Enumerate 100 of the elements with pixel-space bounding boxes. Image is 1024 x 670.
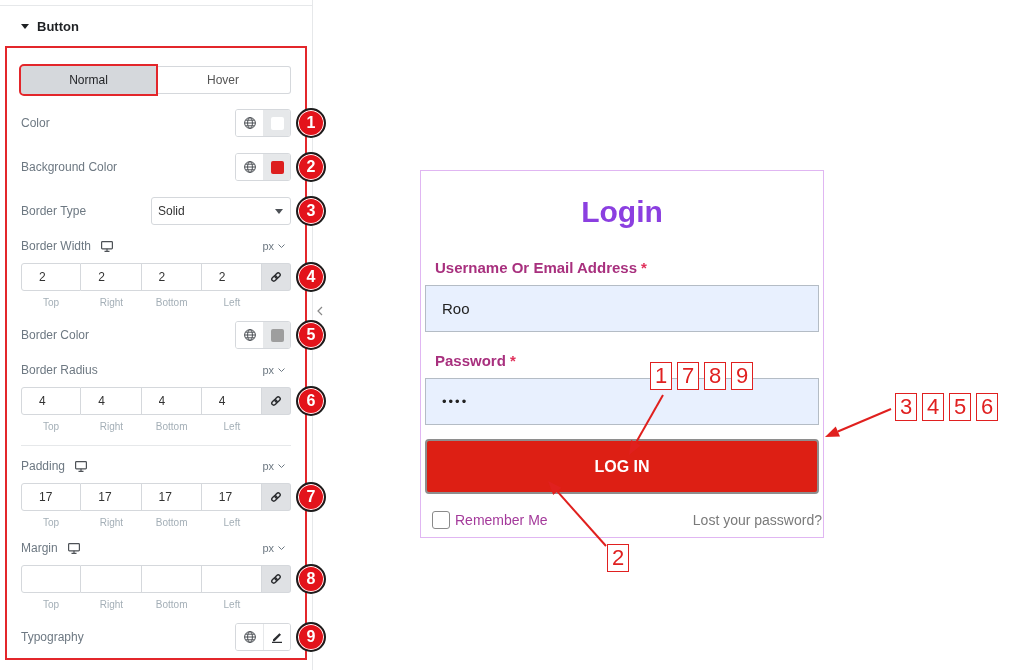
globe-icon: [243, 631, 256, 643]
username-input[interactable]: Roo: [425, 285, 819, 332]
control-label: Margin: [21, 541, 58, 555]
dimension-input[interactable]: 4: [201, 387, 262, 415]
dimension-input[interactable]: 17: [141, 483, 202, 511]
number-badge: 1: [296, 108, 326, 138]
unit-dropdown[interactable]: px: [262, 364, 285, 376]
link-button[interactable]: [262, 387, 291, 415]
caret-down-icon: [275, 208, 283, 214]
lost-password-link[interactable]: Lost your password?: [692, 512, 822, 528]
section-toggle[interactable]: Button: [21, 18, 79, 34]
control-label: Color: [21, 116, 50, 130]
link-button[interactable]: [262, 263, 291, 291]
color-picker-button[interactable]: [263, 322, 290, 348]
callout-number: 9: [731, 362, 753, 390]
dimension-input[interactable]: [141, 565, 202, 593]
globe-icon: [243, 329, 256, 341]
dimension-input[interactable]: 2: [21, 263, 82, 291]
control-label: Border Width: [21, 239, 92, 253]
tab[interactable]: Hover: [156, 66, 291, 94]
control-label: Padding: [21, 459, 66, 473]
side-label: Right: [99, 421, 124, 432]
color-picker-button[interactable]: [263, 110, 290, 136]
callout-number: 4: [922, 393, 944, 421]
chevron-down-icon: [278, 546, 285, 550]
callout-number: 6: [976, 393, 998, 421]
callout-number: 1: [650, 362, 672, 390]
callout-arrow: [824, 408, 892, 438]
dimension-input[interactable]: [201, 565, 262, 593]
dimension-input[interactable]: 2: [201, 263, 262, 291]
callout-arrow: [547, 480, 607, 547]
side-label: Top: [43, 517, 60, 528]
side-label: Bottom: [155, 599, 188, 610]
unit-dropdown[interactable]: px: [262, 240, 285, 252]
control-label: Background Color: [21, 160, 118, 174]
link-icon: [270, 573, 282, 585]
collapse-button[interactable]: [317, 306, 323, 316]
side-label: Top: [43, 599, 60, 610]
control-label: Border Radius: [21, 363, 98, 377]
side-label: Bottom: [155, 421, 188, 432]
link-icon: [270, 491, 282, 503]
number-badge: 4: [296, 262, 326, 292]
chevron-left-icon: [317, 306, 323, 316]
chevron-down-icon: [278, 368, 285, 372]
dimension-input[interactable]: 2: [81, 263, 142, 291]
globe-icon: [243, 161, 256, 173]
dimension-input[interactable]: 4: [81, 387, 142, 415]
required-mark: *: [641, 259, 647, 276]
dimension-input[interactable]: 2: [141, 263, 202, 291]
number-badge: 5: [296, 320, 326, 350]
login-button[interactable]: LOG IN: [425, 439, 819, 494]
checkbox-label: Remember Me: [455, 512, 548, 528]
side-label: Left: [223, 517, 241, 528]
dimension-input[interactable]: [81, 565, 142, 593]
number-badge: 8: [296, 564, 326, 594]
control-label: Typography: [21, 630, 84, 644]
link-button[interactable]: [262, 483, 291, 511]
side-label: Top: [43, 297, 60, 308]
side-label: Top: [43, 421, 60, 432]
number-badge: 3: [296, 196, 326, 226]
control-label: Border Type: [21, 204, 87, 218]
unit-dropdown[interactable]: px: [262, 542, 285, 554]
callout-number: 7: [677, 362, 699, 390]
globe-icon: [243, 117, 256, 129]
remember-checkbox[interactable]: [432, 511, 450, 529]
side-label: Left: [223, 297, 241, 308]
required-mark: *: [509, 352, 516, 369]
number-badge: 6: [296, 386, 326, 416]
select-dropdown[interactable]: Solid: [151, 197, 291, 225]
side-label: Bottom: [155, 297, 188, 308]
form-title: Login: [581, 194, 663, 230]
dimension-input[interactable]: 17: [81, 483, 142, 511]
link-icon: [270, 271, 282, 283]
callout-number: 2: [607, 544, 629, 572]
side-label: Bottom: [155, 517, 188, 528]
dimension-input[interactable]: 17: [201, 483, 262, 511]
dimension-input[interactable]: 4: [141, 387, 202, 415]
field-label: Password: [435, 352, 506, 369]
edit-button[interactable]: [263, 624, 290, 650]
callout-arrow: [628, 394, 664, 456]
callout-number: 8: [704, 362, 726, 390]
dimension-input[interactable]: 4: [21, 387, 82, 415]
link-button[interactable]: [262, 565, 291, 593]
link-icon: [270, 395, 282, 407]
unit-dropdown[interactable]: px: [262, 460, 285, 472]
dimension-input[interactable]: [21, 565, 82, 593]
tab[interactable]: Normal: [21, 66, 156, 94]
callout-number: 3: [895, 393, 917, 421]
side-label: Right: [99, 297, 124, 308]
callout-number: 5: [949, 393, 971, 421]
side-label: Right: [99, 517, 124, 528]
chevron-down-icon: [278, 464, 285, 468]
control-label: Border Color: [21, 328, 90, 342]
dimension-input[interactable]: 17: [21, 483, 82, 511]
color-picker-button[interactable]: [263, 154, 290, 180]
number-badge: 7: [296, 482, 326, 512]
chevron-down-icon: [278, 244, 285, 248]
pencil-icon: [271, 631, 283, 643]
side-label: Right: [99, 599, 124, 610]
number-badge: 2: [296, 152, 326, 182]
